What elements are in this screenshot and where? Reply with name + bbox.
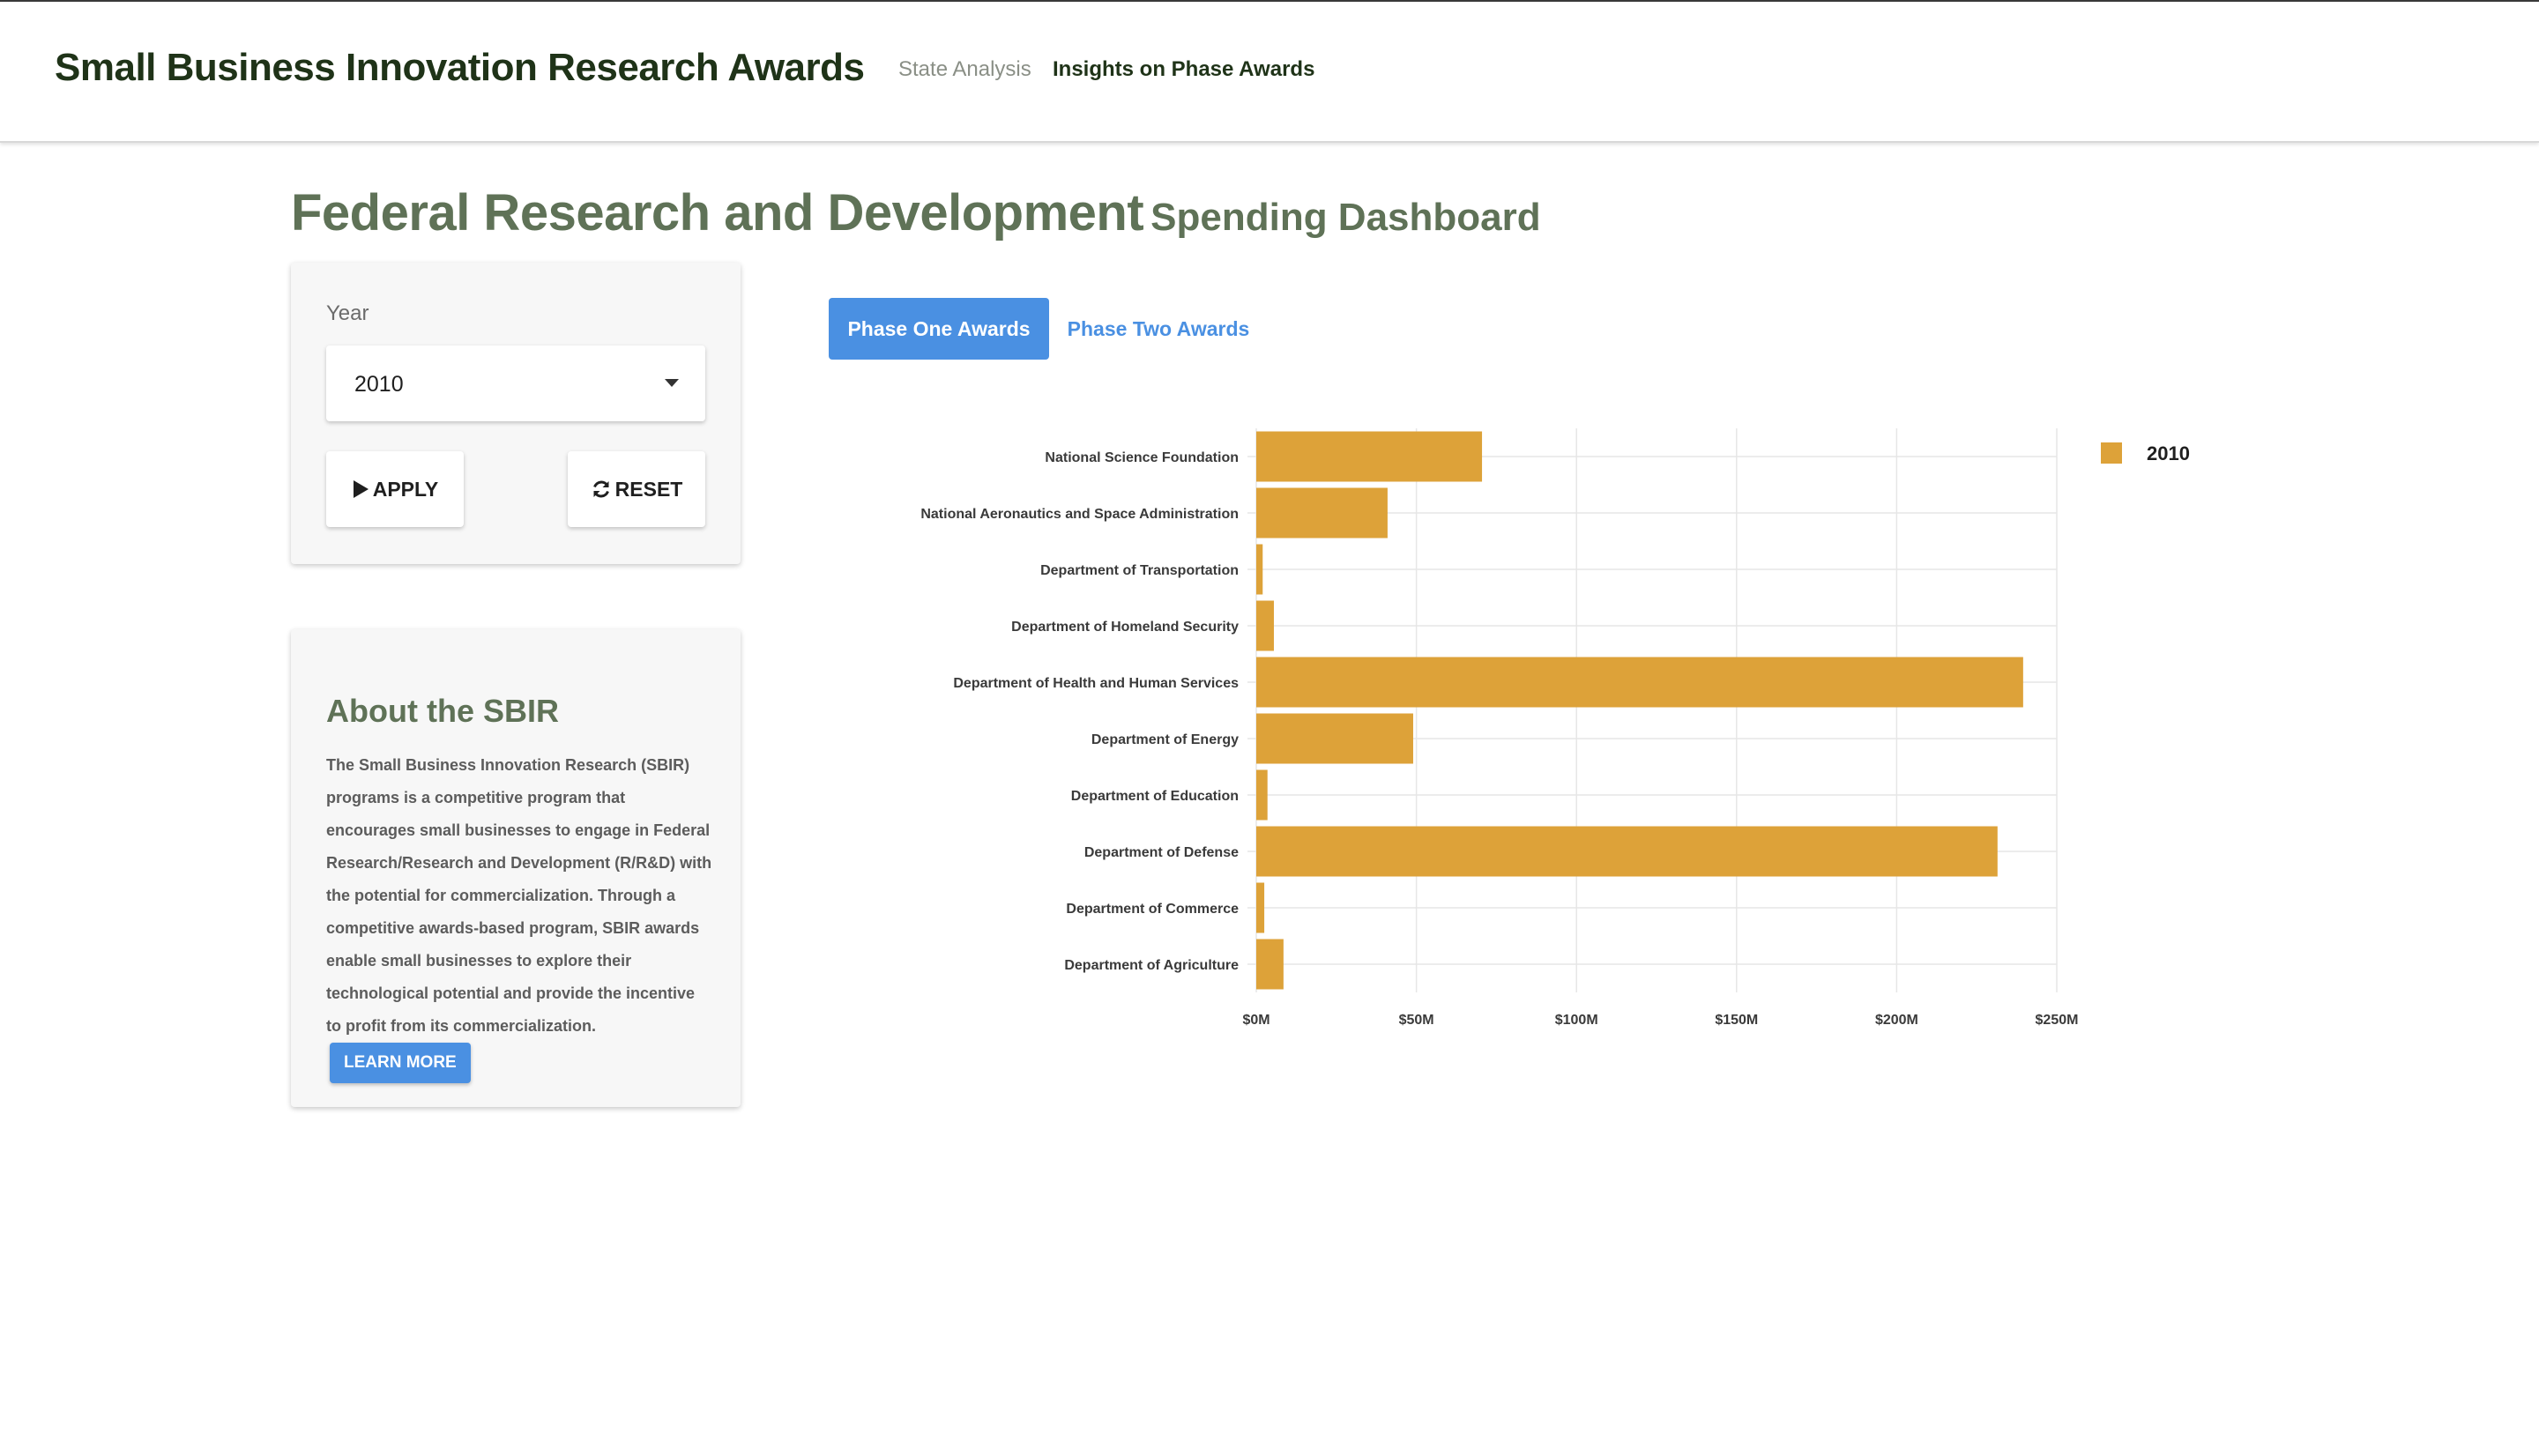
bar[interactable]	[1256, 769, 1268, 821]
bars	[1256, 431, 2023, 990]
bar-chart: National Science Foundation National Aero…	[920, 428, 2190, 1028]
category-label: Department of Agriculture	[1064, 958, 1239, 973]
bar[interactable]	[1256, 657, 2023, 708]
x-tick-label: $100M	[1555, 1013, 1598, 1028]
year-label: Year	[326, 301, 369, 325]
page-title: Federal Research and Development Spending…	[291, 183, 1541, 242]
x-tick-label: $0M	[1242, 1013, 1270, 1028]
category-label: Department of Defense	[1084, 845, 1239, 860]
bar[interactable]	[1256, 939, 1284, 990]
nav-state-analysis[interactable]: State Analysis	[898, 57, 1031, 82]
reset-label: RESET	[614, 477, 683, 501]
legend-label: 2010	[2147, 442, 2190, 464]
legend-swatch	[2101, 442, 2122, 464]
about-card: About the SBIR The Small Business Innova…	[291, 629, 741, 1107]
category-label: Department of Transportation	[1040, 563, 1239, 578]
x-axis-ticks: $0M $50M $100M $150M $200M $250M	[1242, 1013, 2078, 1028]
category-label: Department of Commerce	[1066, 902, 1239, 917]
about-text: The Small Business Innovation Research (…	[326, 749, 714, 1083]
brand-title[interactable]: Small Business Innovation Research Award…	[55, 46, 865, 90]
category-label: Department of Health and Human Services	[953, 676, 1239, 691]
category-labels: National Science Foundation National Aero…	[920, 450, 1239, 973]
reset-button[interactable]: RESET	[568, 451, 705, 527]
apply-label: APPLY	[372, 477, 439, 501]
page-title-main: Federal Research and Development	[291, 184, 1144, 241]
category-label: Department of Education	[1071, 789, 1239, 804]
play-icon	[353, 480, 369, 498]
about-body: The Small Business Innovation Research (…	[326, 756, 712, 1035]
x-tick-label: $200M	[1875, 1013, 1918, 1028]
bar[interactable]	[1256, 487, 1388, 539]
x-tick-label: $50M	[1399, 1013, 1434, 1028]
nav-insights-phase-awards[interactable]: Insights on Phase Awards	[1053, 57, 1314, 82]
x-tick-label: $150M	[1715, 1013, 1758, 1028]
category-label: National Aeronautics and Space Administr…	[920, 507, 1239, 522]
legend: 2010	[2101, 442, 2190, 464]
apply-button[interactable]: APPLY	[326, 451, 464, 527]
tab-phase-two-awards[interactable]: Phase Two Awards	[1061, 298, 1255, 360]
filter-card: Year 2010 APPLY RESET	[291, 263, 741, 564]
learn-more-button[interactable]: LEARN MORE	[330, 1043, 471, 1083]
caret-down-icon	[665, 379, 679, 387]
category-label: Department of Energy	[1091, 732, 1239, 747]
about-title: About the SBIR	[326, 693, 559, 729]
year-selected-value: 2010	[354, 372, 404, 397]
bar[interactable]	[1256, 544, 1263, 595]
page-title-sub: Spending Dashboard	[1150, 196, 1541, 239]
year-select[interactable]: 2010	[326, 345, 705, 421]
bar[interactable]	[1256, 826, 1998, 877]
category-label: National Science Foundation	[1045, 450, 1239, 465]
bar[interactable]	[1256, 882, 1265, 933]
bar[interactable]	[1256, 713, 1413, 764]
tab-phase-one-awards[interactable]: Phase One Awards	[829, 298, 1049, 360]
bar[interactable]	[1256, 600, 1274, 651]
x-tick-label: $250M	[2036, 1013, 2079, 1028]
bar[interactable]	[1256, 431, 1483, 482]
category-label: Department of Homeland Security	[1011, 620, 1239, 635]
navbar: Small Business Innovation Research Award…	[0, 2, 2539, 143]
refresh-icon	[592, 480, 609, 498]
